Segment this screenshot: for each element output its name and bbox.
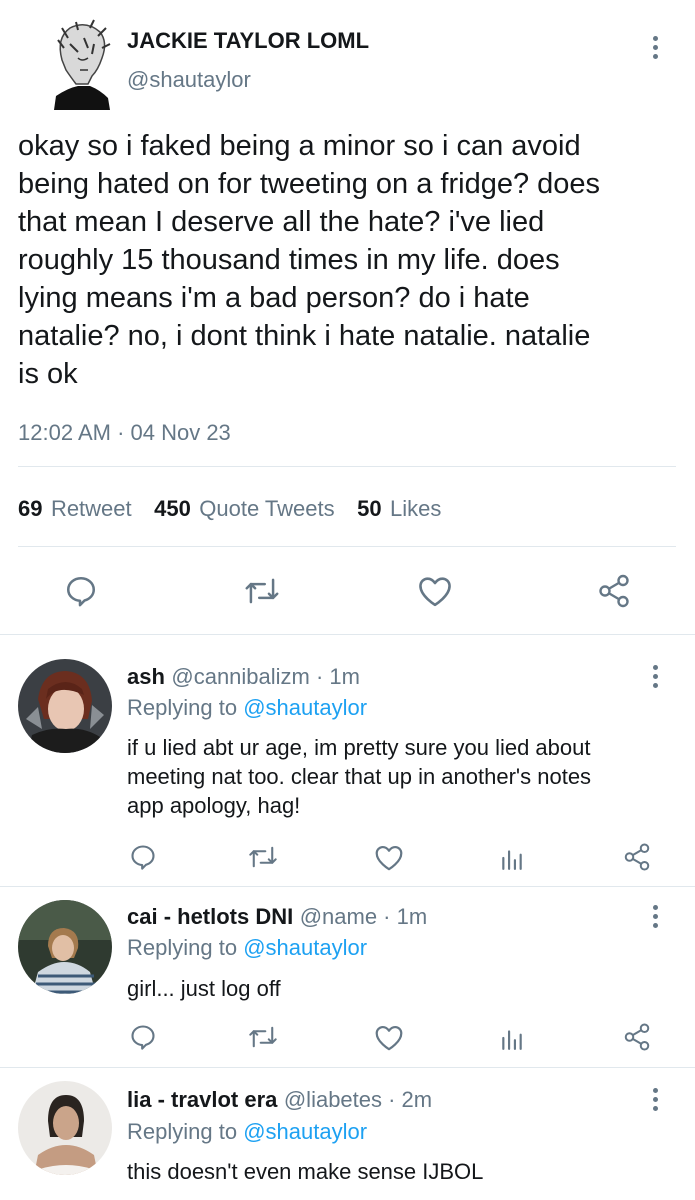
heart-icon[interactable] xyxy=(417,575,453,607)
avatar[interactable] xyxy=(18,1081,112,1175)
replying-to-handle[interactable]: @shautaylor xyxy=(243,1119,367,1144)
tweet-stats: 69 Retweet 450 Quote Tweets 50 Likes xyxy=(18,496,441,522)
replying-to-label: Replying to xyxy=(127,935,238,960)
reply-text-line: girl... just log off xyxy=(127,976,281,1001)
avatar-image xyxy=(48,18,114,110)
tweet-text: okay so i faked being a minor so i can a… xyxy=(18,127,678,393)
reply-icon[interactable] xyxy=(129,1023,157,1051)
reply-author-meta[interactable]: @liabetes · 2m xyxy=(284,1087,432,1112)
author-handle[interactable]: @shautaylor xyxy=(127,67,251,93)
heart-icon[interactable] xyxy=(374,844,404,871)
replying-to-label: Replying to xyxy=(127,695,238,720)
retweet-stat[interactable]: 69 Retweet xyxy=(18,496,136,521)
reply-author-name[interactable]: lia - travlot era xyxy=(127,1087,277,1112)
avatar[interactable] xyxy=(18,659,112,753)
avatar-image xyxy=(18,659,112,753)
reply-header: cai - hetlots DNI @name · 1m xyxy=(127,904,427,930)
quote-count: 450 xyxy=(154,496,191,521)
reply-icon[interactable] xyxy=(64,574,98,608)
analytics-icon[interactable] xyxy=(499,1025,525,1051)
avatar[interactable] xyxy=(48,18,114,110)
reply-text-line: this doesn't even make sense IJBOL xyxy=(127,1159,484,1184)
share-icon[interactable] xyxy=(622,842,652,872)
share-icon[interactable] xyxy=(622,1022,652,1052)
more-options-icon[interactable] xyxy=(652,1088,660,1115)
reply-author-meta[interactable]: @cannibalizm · 1m xyxy=(171,664,360,689)
avatar[interactable] xyxy=(18,900,112,994)
quote-stat[interactable]: 450 Quote Tweets xyxy=(154,496,339,521)
likes-label: Likes xyxy=(390,496,442,521)
tweet-timestamp[interactable]: 12:02 AM · 04 Nov 23 xyxy=(18,420,231,446)
replying-to: Replying to @shautaylor xyxy=(127,1119,367,1145)
tweet-text-line: okay so i faked being a minor so i can a… xyxy=(18,130,581,162)
replying-to-handle[interactable]: @shautaylor xyxy=(243,695,367,720)
replying-to: Replying to @shautaylor xyxy=(127,695,367,721)
retweet-icon[interactable] xyxy=(244,574,280,608)
replying-to: Replying to @shautaylor xyxy=(127,935,367,961)
quote-label: Quote Tweets xyxy=(199,496,335,521)
reply-icon[interactable] xyxy=(129,843,157,871)
reply-author-name[interactable]: cai - hetlots DNI xyxy=(127,904,293,929)
divider xyxy=(18,466,676,467)
more-options-icon[interactable] xyxy=(652,36,660,63)
share-icon[interactable] xyxy=(596,573,632,609)
heart-icon[interactable] xyxy=(374,1024,404,1051)
divider xyxy=(18,546,676,547)
retweet-count: 69 xyxy=(18,496,43,521)
more-options-icon[interactable] xyxy=(652,665,660,692)
more-options-icon[interactable] xyxy=(652,905,660,932)
likes-count: 50 xyxy=(357,496,382,521)
tweet-text-line: lying means i'm a bad person? do i hate xyxy=(18,282,530,314)
tweet-text-line: that mean I deserve all the hate? i've l… xyxy=(18,206,545,238)
avatar-image xyxy=(18,1081,112,1175)
divider xyxy=(0,886,695,887)
reply-header: ash @cannibalizm · 1m xyxy=(127,664,360,690)
replying-to-label: Replying to xyxy=(127,1119,238,1144)
avatar-image xyxy=(18,900,112,994)
tweet-text-line: roughly 15 thousand times in my life. do… xyxy=(18,244,560,276)
reply-text: if u lied abt ur age, im pretty sure you… xyxy=(127,733,687,820)
reply-text-line: meeting nat too. clear that up in anothe… xyxy=(127,764,592,789)
reply-text-line: app apology, hag! xyxy=(127,793,301,818)
reply-text-line: if u lied abt ur age, im pretty sure you… xyxy=(127,735,591,760)
tweet-text-line: is ok xyxy=(18,358,78,390)
reply-author-meta[interactable]: @name · 1m xyxy=(300,904,427,929)
analytics-icon[interactable] xyxy=(499,845,525,871)
reply-author-name[interactable]: ash xyxy=(127,664,165,689)
retweet-icon[interactable] xyxy=(248,843,278,871)
tweet-text-line: being hated on for tweeting on a fridge?… xyxy=(18,168,601,200)
retweet-label: Retweet xyxy=(50,496,132,521)
retweet-icon[interactable] xyxy=(248,1023,278,1051)
likes-stat[interactable]: 50 Likes xyxy=(357,496,441,521)
divider xyxy=(0,634,695,635)
reply-header: lia - travlot era @liabetes · 2m xyxy=(127,1087,432,1113)
reply-text: girl... just log off xyxy=(127,974,687,1003)
divider xyxy=(0,1067,695,1068)
tweet-text-line: natalie? no, i dont think i hate natalie… xyxy=(18,320,591,352)
replying-to-handle[interactable]: @shautaylor xyxy=(243,935,367,960)
reply-text: this doesn't even make sense IJBOL xyxy=(127,1157,687,1186)
author-display-name[interactable]: JACKIE TAYLOR LOML xyxy=(127,28,369,54)
